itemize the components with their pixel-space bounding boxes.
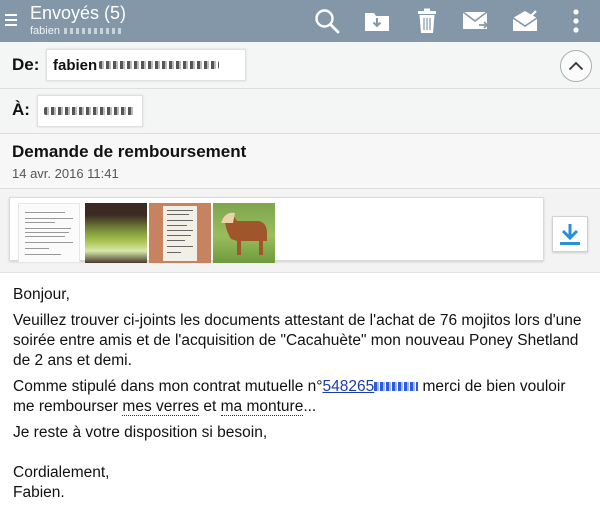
chevron-up-icon	[568, 61, 584, 71]
from-row: De: fabien	[0, 42, 600, 89]
body-paragraph-1: Veuillez trouver ci-joints les documents…	[13, 312, 582, 369]
closing: Cordialement,	[13, 464, 110, 481]
to-label: À:	[12, 100, 30, 119]
collapse-header-button[interactable]	[560, 50, 592, 82]
subject-row: Demande de remboursement 14 avr. 2016 11…	[0, 134, 600, 189]
mojitos-photo-thumbnail[interactable]	[85, 203, 147, 263]
action-bar: Envoyés (5) fabien	[0, 0, 600, 42]
greeting: Bonjour,	[13, 286, 70, 303]
redacted-text	[44, 107, 134, 115]
mark-read-icon[interactable]	[509, 6, 541, 36]
body-paragraph-3: Je reste à votre disposition si besoin,	[13, 424, 268, 441]
forward-icon[interactable]	[460, 6, 492, 36]
folder-title[interactable]: Envoyés (5)	[30, 3, 126, 24]
pony-photo-thumbnail[interactable]	[213, 203, 275, 263]
more-vert-icon[interactable]	[560, 6, 592, 36]
email-body: Bonjour, Veuillez trouver ci-joints les …	[13, 285, 591, 503]
download-icon	[560, 224, 580, 245]
verres-text: mes verres	[122, 398, 200, 416]
email-subject: Demande de remboursement	[12, 142, 247, 161]
from-label: De:	[12, 55, 40, 74]
account-name: fabien	[30, 25, 124, 37]
delete-icon[interactable]	[411, 6, 443, 36]
email-date: 14 avr. 2016 11:41	[12, 166, 119, 181]
attachment-strip[interactable]	[9, 197, 544, 263]
attachments-area	[0, 189, 600, 273]
redacted-text	[374, 382, 419, 392]
redacted-text	[63, 28, 124, 35]
recipient-chip[interactable]	[37, 95, 143, 127]
redacted-text	[99, 61, 220, 69]
move-to-folder-icon[interactable]	[361, 6, 393, 36]
to-row: À:	[0, 89, 600, 134]
pony-image	[221, 212, 267, 255]
download-attachments-button[interactable]	[552, 216, 588, 252]
receipt-photo-thumbnail[interactable]	[149, 203, 211, 263]
sender-chip[interactable]: fabien	[46, 49, 246, 81]
signature: Fabien.	[13, 484, 65, 501]
sender-name: fabien	[53, 56, 98, 74]
search-icon[interactable]	[311, 6, 343, 36]
contract-number-link[interactable]: 548265	[322, 378, 419, 395]
monture-text: ma monture	[220, 398, 304, 416]
document-thumbnail[interactable]	[18, 203, 80, 263]
menu-icon[interactable]	[3, 11, 19, 31]
body-paragraph-2: Comme stipulé dans mon contrat mutuelle …	[13, 378, 566, 416]
